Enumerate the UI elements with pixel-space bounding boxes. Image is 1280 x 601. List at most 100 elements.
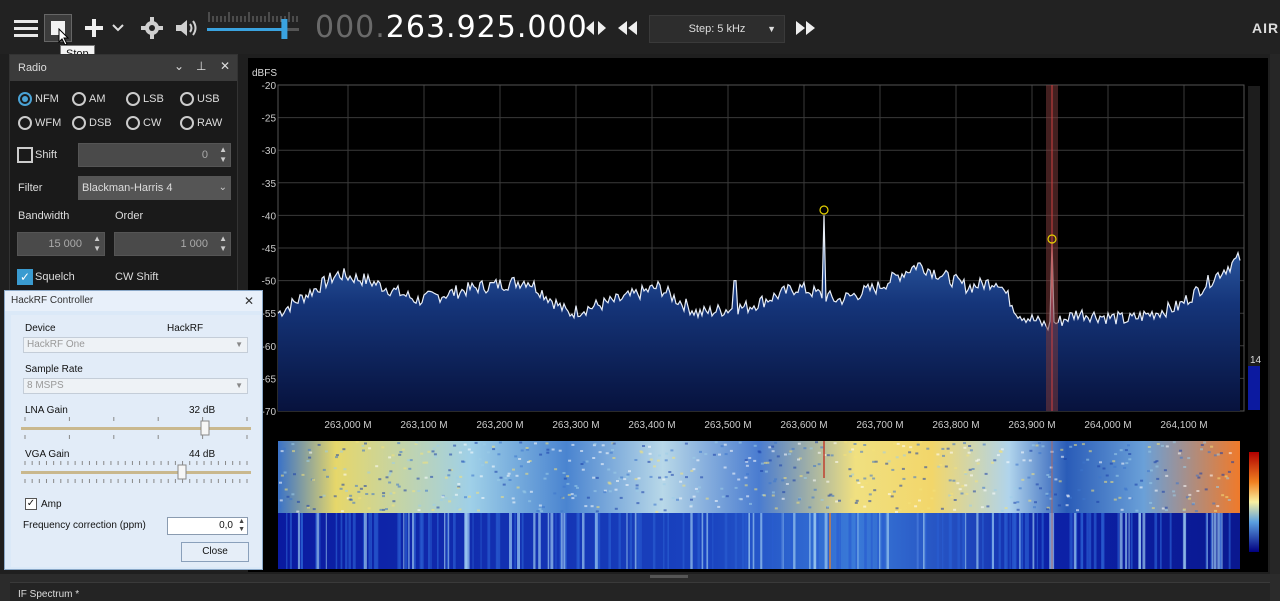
waterfall-pixel (1225, 496, 1229, 499)
lna-gain-slider[interactable] (15, 417, 257, 439)
waterfall-pixel (441, 495, 445, 498)
waterfall-stripe (924, 513, 927, 569)
close-icon[interactable]: ✕ (244, 291, 254, 311)
sample-rate-select[interactable]: 8 MSPS ▼ (23, 378, 248, 394)
amp-checkbox[interactable]: ✓ (25, 498, 37, 510)
waterfall-pixel (1054, 478, 1058, 481)
mode-radio-lsb[interactable]: LSB (126, 92, 164, 106)
waterfall-pixel (391, 504, 395, 507)
spin-arrows-icon[interactable]: ▲ ▼ (238, 518, 245, 534)
device-select[interactable]: HackRF One ▼ (23, 337, 248, 353)
waterfall-pixel (1110, 481, 1114, 483)
waterfall-pixel (358, 497, 362, 500)
mode-radio-cw[interactable]: CW (126, 116, 161, 130)
add-icon[interactable] (80, 14, 108, 42)
waterfall-pixel (391, 454, 395, 457)
waterfall-pixel (993, 459, 997, 462)
filter-label: Filter (18, 182, 43, 194)
squelch-checkbox[interactable]: ✓ (17, 269, 33, 285)
volume-slider[interactable] (207, 12, 299, 46)
waterfall-pixel (476, 491, 480, 494)
shift-checkbox[interactable] (17, 147, 33, 163)
spin-arrows-icon[interactable]: ▲ ▼ (93, 234, 101, 254)
step-select[interactable]: Step: 5 kHz ▼ (649, 15, 785, 43)
waterfall-stripe (352, 513, 356, 569)
chevron-down-icon[interactable] (108, 14, 128, 42)
right-panel-strip (1270, 54, 1280, 574)
waterfall-pixel (895, 507, 899, 510)
mode-radio-am[interactable]: AM (72, 92, 106, 106)
waterfall-pixel (1227, 499, 1231, 501)
mode-radio-wfm[interactable]: WFM (18, 116, 61, 130)
waterfall[interactable] (248, 438, 1268, 572)
waterfall-pixel (781, 497, 785, 500)
frequency-display[interactable]: 000.263.925.000 (315, 10, 588, 45)
waterfall-pixel (567, 493, 571, 496)
waterfall-stripe (300, 513, 303, 569)
splitter-handle[interactable] (650, 575, 688, 578)
filter-select[interactable]: Blackman-Harris 4 ⌄ (78, 176, 231, 200)
ppm-input[interactable]: 0,0 ▲ ▼ (167, 517, 248, 535)
shift-label: Shift (35, 149, 58, 161)
waterfall-stripe (942, 513, 944, 569)
waterfall-pixel (620, 476, 624, 479)
waterfall-pixel (1121, 462, 1125, 465)
order-spinbox[interactable]: 1 000 ▲ ▼ (114, 232, 231, 256)
waterfall-stripe (949, 513, 952, 569)
waterfall-pixel (913, 476, 917, 479)
waterfall-stripe (533, 513, 536, 569)
gear-icon[interactable] (138, 14, 166, 42)
waterfall-pixel (983, 489, 987, 492)
waterfall-pixel (560, 496, 564, 499)
close-button[interactable]: Close (181, 542, 249, 562)
waterfall-pixel (401, 448, 405, 451)
mode-radio-dsb[interactable]: DSB (72, 116, 112, 130)
step-left-right-icon[interactable] (582, 14, 610, 42)
waterfall-pixel (519, 465, 523, 468)
waterfall-pixel (635, 484, 639, 487)
waterfall-pixel (593, 442, 597, 445)
speaker-icon[interactable] (172, 14, 200, 42)
slider-thumb[interactable] (177, 464, 187, 480)
chevron-down-icon[interactable]: ⌄ (174, 59, 184, 73)
rewind-icon[interactable] (614, 14, 642, 42)
x-tick-label: 263,300 M (552, 420, 599, 431)
waterfall-pixel (676, 498, 679, 501)
waterfall-stripe (1073, 513, 1077, 569)
slider-thumb[interactable] (200, 420, 210, 436)
waterfall-stripe (430, 513, 432, 569)
waterfall-pixel (434, 455, 438, 458)
mode-radio-nfm[interactable]: NFM (18, 92, 59, 106)
close-icon[interactable]: ✕ (220, 59, 230, 73)
waterfall-pixel (745, 464, 749, 467)
waterfall-pixel (1081, 443, 1085, 446)
menu-icon[interactable] (12, 14, 40, 42)
spin-arrows-icon[interactable]: ▲ ▼ (219, 145, 227, 165)
bandwidth-spinbox[interactable]: 15 000 ▲ ▼ (17, 232, 105, 256)
waterfall-pixel (944, 465, 948, 468)
waterfall-pixel (1228, 452, 1232, 455)
filter-value: Blackman-Harris 4 (82, 182, 173, 194)
shift-spinbox[interactable]: 0 ▲ ▼ (78, 143, 231, 167)
fast-forward-icon[interactable] (791, 14, 819, 42)
waterfall-pixel (648, 452, 652, 455)
waterfall-pixel (723, 443, 727, 446)
waterfall-pixel (714, 500, 718, 502)
waterfall-stripe (495, 513, 499, 569)
waterfall-stripe (877, 513, 880, 569)
waterfall-pixel (885, 462, 889, 465)
waterfall-pixel (927, 507, 931, 510)
mode-radio-raw[interactable]: RAW (180, 116, 222, 130)
mode-radio-usb[interactable]: USB (180, 92, 220, 106)
vga-gain-slider[interactable] (15, 461, 257, 483)
device-select-value: HackRF One (27, 339, 85, 350)
waterfall-pixel (863, 505, 867, 508)
spin-arrows-icon[interactable]: ▲ ▼ (219, 234, 227, 254)
waterfall-stripe (1071, 513, 1073, 569)
waterfall-pixel (367, 471, 371, 474)
waterfall-pixel (826, 454, 830, 457)
pin-icon[interactable]: ⊥ (196, 59, 206, 73)
spectrum-plot[interactable]: dBFS -20 -25 -30 -35 -40 -45 -50 -55 -60 -65 -70 2… (248, 58, 1268, 438)
waterfall-pixel (566, 482, 570, 485)
waterfall-pixel (1187, 497, 1191, 500)
